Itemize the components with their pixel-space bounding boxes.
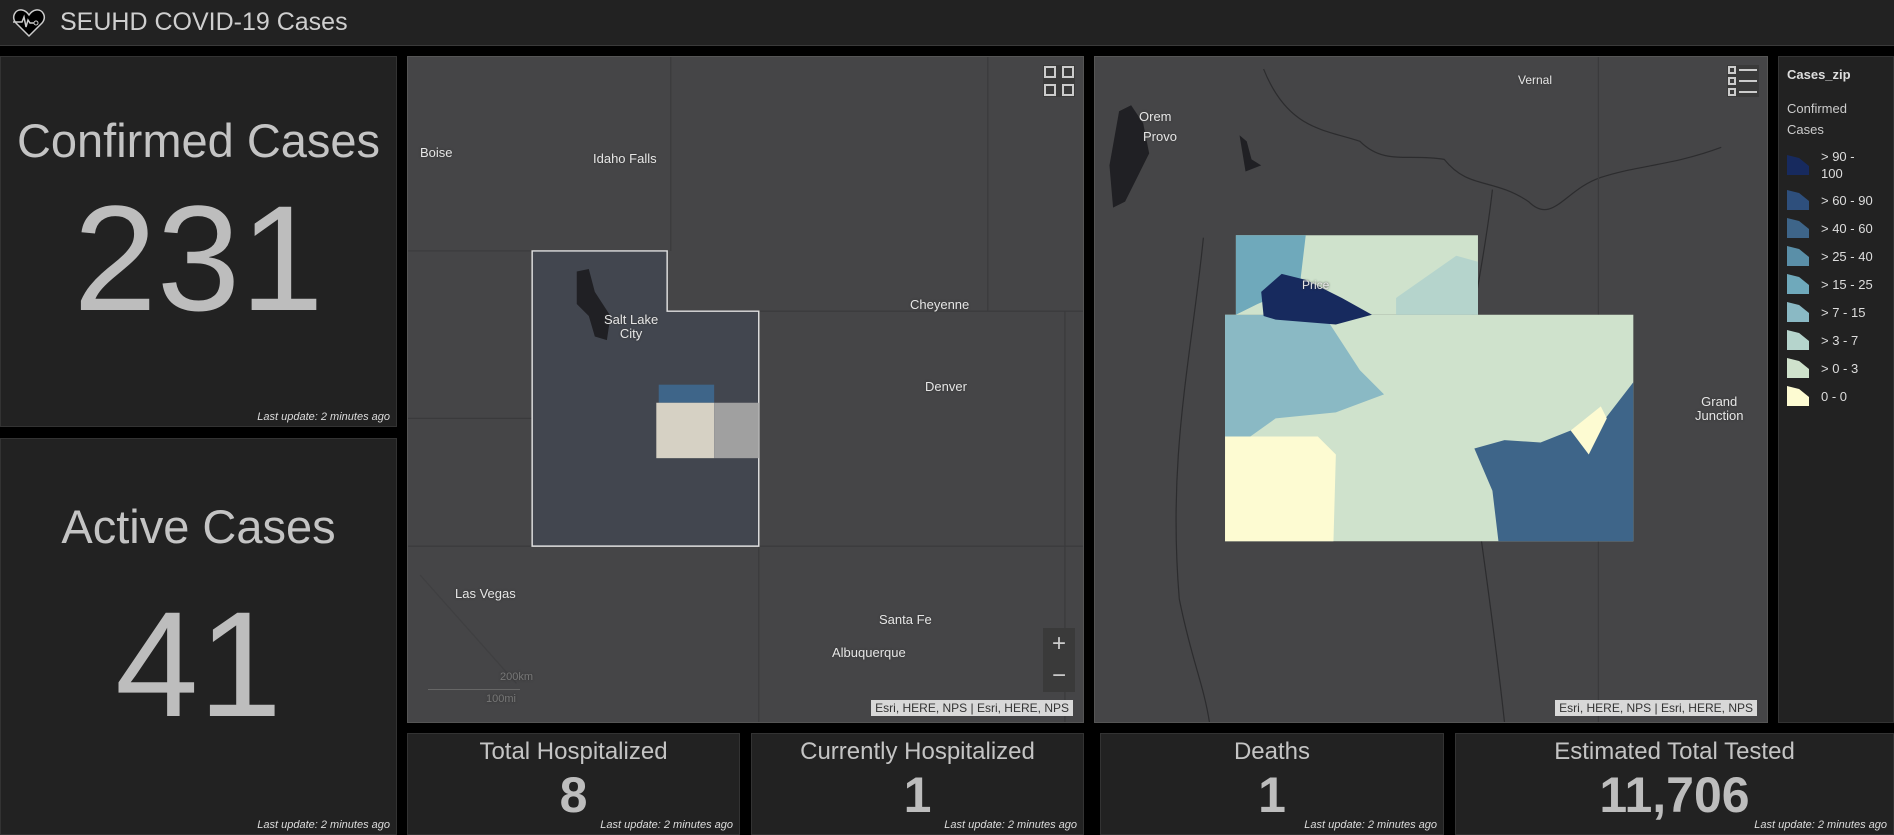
- map-label-provo: Provo: [1143, 129, 1177, 144]
- map-attribution[interactable]: Esri, HERE, NPS | Esri, HERE, NPS: [871, 700, 1073, 716]
- legend-item: > 60 - 90: [1787, 190, 1885, 210]
- legend-swatch: [1787, 218, 1809, 238]
- label-line: City: [619, 326, 643, 341]
- legend-layer-title: Cases_zip: [1787, 67, 1851, 82]
- legend-item: > 25 - 40: [1787, 246, 1885, 266]
- scale-bar-km: 200km: [500, 671, 534, 683]
- card-title: Active Cases: [61, 500, 336, 553]
- legend-swatch: [1787, 274, 1809, 294]
- map-label-vernal: Vernal: [1518, 73, 1553, 87]
- legend-swatch: [1787, 155, 1809, 175]
- legend-label: > 60 - 90: [1821, 192, 1873, 208]
- total-hospitalized-card: Total Hospitalized 8 Last update: 2 minu…: [407, 733, 740, 835]
- last-update: Last update: 2 minutes ago: [600, 819, 733, 831]
- legend-label: 0 - 0: [1821, 388, 1848, 404]
- legend-label: > 15 - 25: [1821, 276, 1873, 292]
- card-value: 41: [115, 580, 282, 748]
- estimated-tested-card: Estimated Total Tested 11,706 Last updat…: [1455, 733, 1894, 835]
- map-attribution[interactable]: Esri, HERE, NPS | Esri, HERE, NPS: [1555, 700, 1757, 716]
- legend-label: > 40 - 60: [1821, 220, 1873, 236]
- overview-map[interactable]: Boise Idaho Falls Salt Lake City Cheyenne…: [407, 56, 1084, 723]
- deaths-card: Deaths 1 Last update: 2 minutes ago: [1100, 733, 1444, 835]
- basemap-toggle-button[interactable]: [1043, 65, 1075, 97]
- grid-icon: [1044, 66, 1074, 96]
- legend-field-title: Confirmed Cases: [1787, 101, 1847, 137]
- label-line: Grand: [1701, 394, 1738, 409]
- card-title: Deaths: [1233, 738, 1311, 765]
- legend-label: > 25 - 40: [1821, 248, 1873, 264]
- county-southwest: [1225, 436, 1336, 542]
- map-label-santa-fe: Santa Fe: [879, 612, 932, 627]
- map-label-price: Price: [1302, 278, 1330, 292]
- map-legend: Cases_zip Confirmed Cases > 90 - 100 > 60…: [1778, 56, 1894, 723]
- last-update: Last update: 2 minutes ago: [944, 819, 1077, 831]
- card-value: 8: [559, 767, 588, 823]
- label-line: Salt Lake: [604, 312, 659, 327]
- map-label-albuquerque: Albuquerque: [832, 645, 906, 660]
- legend-item: > 40 - 60: [1787, 218, 1885, 238]
- map-label-denver: Denver: [925, 379, 967, 394]
- legend-label: > 7 - 15: [1821, 304, 1866, 320]
- zoom-controls: + −: [1043, 628, 1075, 692]
- legend-swatch: [1787, 386, 1809, 406]
- card-value: 231: [73, 174, 324, 342]
- legend-label: > 90 - 100: [1821, 149, 1855, 181]
- legend-item: > 0 - 3: [1787, 358, 1885, 378]
- card-title: Confirmed Cases: [16, 114, 381, 167]
- legend-item: > 3 - 7: [1787, 330, 1885, 350]
- confirmed-cases-card: Confirmed Cases 231 Last update: 2 minut…: [0, 56, 397, 427]
- scale-bar-mi: 100mi: [486, 693, 516, 705]
- zoom-out-button[interactable]: −: [1043, 660, 1075, 692]
- app-title: SEUHD COVID-19 Cases: [60, 8, 348, 36]
- legend-item: > 7 - 15: [1787, 302, 1885, 322]
- legend-label: > 3 - 7: [1821, 332, 1859, 348]
- map-label-salt-lake-city: Salt Lake City: [604, 313, 658, 341]
- list-icon: [1728, 66, 1757, 96]
- card-title: Estimated Total Tested: [1554, 738, 1795, 765]
- legend-item: > 15 - 25: [1787, 274, 1885, 294]
- label-line: Junction: [1695, 408, 1744, 423]
- legend-toggle-button[interactable]: [1727, 65, 1759, 97]
- county-map[interactable]: Orem Provo Vernal Price Grand Junction Es…: [1094, 56, 1768, 723]
- map-label-boise: Boise: [420, 145, 453, 160]
- county-map-canvas: [1109, 57, 1722, 722]
- map-label-idaho-falls: Idaho Falls: [593, 151, 657, 166]
- legend-item: > 90 - 100: [1787, 148, 1885, 182]
- scale-bar: [428, 689, 520, 690]
- map-label-orem: Orem: [1139, 109, 1172, 124]
- card-value: 11,706: [1599, 767, 1750, 823]
- active-cases-card: Active Cases 41 Last update: 2 minutes a…: [0, 438, 397, 835]
- last-update: Last update: 2 minutes ago: [1304, 819, 1437, 831]
- legend-swatch: [1787, 246, 1809, 266]
- legend-label: > 0 - 3: [1821, 360, 1859, 376]
- utah-boundary: [531, 250, 760, 547]
- legend-swatch: [1787, 190, 1809, 210]
- legend-swatch: [1787, 330, 1809, 350]
- card-title: Total Hospitalized: [479, 738, 668, 765]
- currently-hospitalized-card: Currently Hospitalized 1 Last update: 2 …: [751, 733, 1084, 835]
- heart-pulse-icon: [13, 8, 45, 37]
- zoom-in-button[interactable]: +: [1043, 628, 1075, 660]
- legend-swatch: [1787, 358, 1809, 378]
- overview-map-canvas: [408, 57, 1083, 722]
- app-header: SEUHD COVID-19 Cases: [0, 0, 1894, 46]
- last-update: Last update: 2 minutes ago: [257, 411, 390, 423]
- map-label-cheyenne: Cheyenne: [910, 297, 970, 312]
- map-label-grand-junction: Grand Junction: [1695, 395, 1743, 423]
- last-update: Last update: 2 minutes ago: [257, 819, 390, 831]
- card-value: 1: [1258, 767, 1286, 823]
- last-update: Last update: 2 minutes ago: [1754, 819, 1887, 831]
- legend-item: 0 - 0: [1787, 386, 1885, 406]
- card-value: 1: [903, 767, 932, 823]
- legend-items: > 90 - 100 > 60 - 90 > 40 - 60 > 25 - 40 > 1…: [1787, 148, 1885, 406]
- legend-swatch: [1787, 302, 1809, 322]
- map-label-las-vegas: Las Vegas: [455, 586, 516, 601]
- card-title: Currently Hospitalized: [800, 738, 1035, 765]
